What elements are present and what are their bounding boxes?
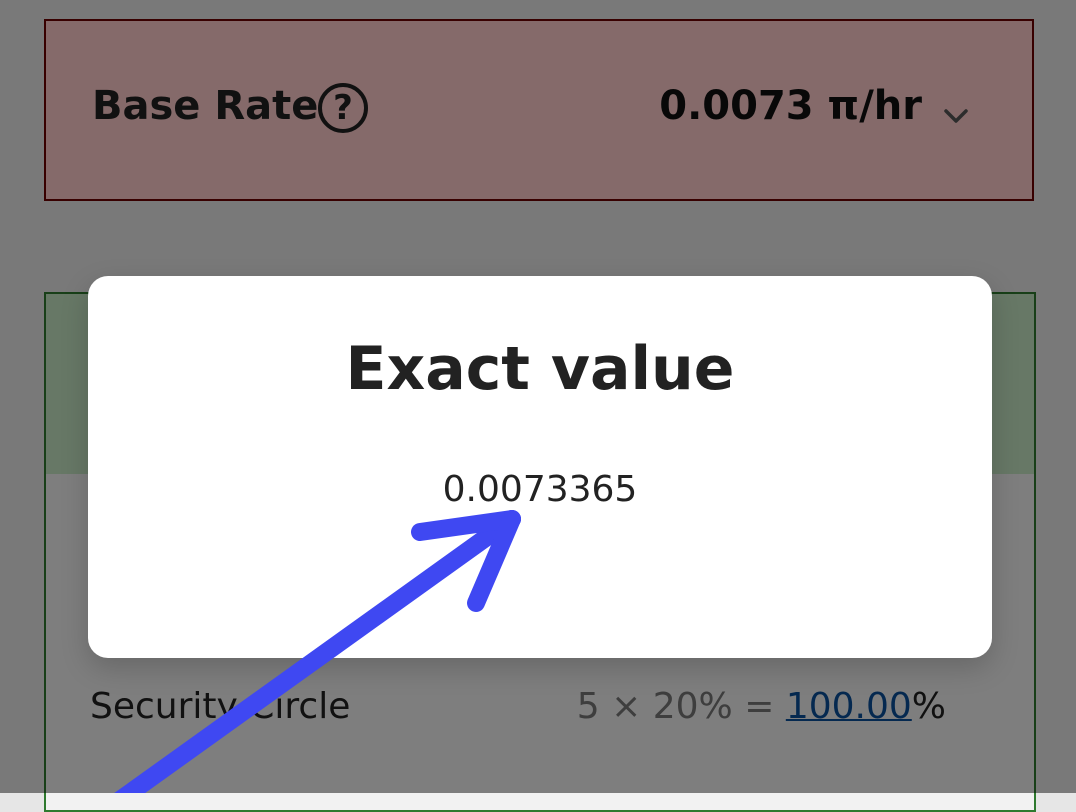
exact-value-text: 0.0073365	[442, 469, 638, 510]
exact-value-modal: Exact value 0.0073365	[88, 276, 992, 658]
modal-title: Exact value	[345, 334, 735, 404]
